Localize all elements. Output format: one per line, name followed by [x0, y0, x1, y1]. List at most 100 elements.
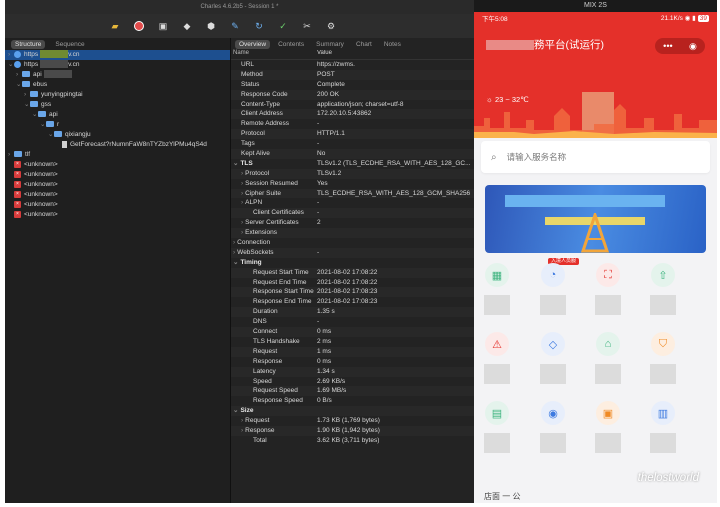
check-icon[interactable]: ✓ — [278, 21, 288, 31]
overview-row[interactable]: Status Complete — [231, 80, 474, 90]
overview-row[interactable]: › Server Certificates 2 — [231, 218, 474, 228]
overview-row[interactable]: URL https://zwms. — [231, 60, 474, 70]
tab-contents[interactable]: Contents — [274, 40, 308, 49]
overview-row[interactable]: › Extensions — [231, 228, 474, 239]
upload-icon[interactable]: ⇧ — [651, 263, 675, 287]
overview-row[interactable]: Request 1 ms — [231, 346, 474, 357]
disclosure-icon[interactable]: › — [241, 229, 243, 236]
tab-sequence[interactable]: Sequence — [51, 40, 88, 49]
overview-row[interactable]: Connect 0 ms — [231, 327, 474, 337]
search-input[interactable]: ⌕ 请输入服务名称 — [481, 141, 710, 173]
disclosure-icon[interactable]: › — [241, 427, 243, 434]
tree-node[interactable]: ⌄ qixiangju — [5, 130, 230, 140]
overview-row[interactable]: Duration 1.35 s — [231, 307, 474, 318]
name-column-header[interactable]: Name — [231, 50, 317, 59]
overview-row[interactable]: › Session Resumed Yes — [231, 179, 474, 189]
value-column-header[interactable]: Value — [317, 50, 474, 59]
overview-row[interactable]: Total 3.62 KB (3,711 bytes) — [231, 436, 474, 446]
overview-row[interactable]: ⌄ Size — [231, 406, 474, 417]
disclosure-icon[interactable]: › — [233, 239, 235, 246]
overview-row[interactable]: Request Start Time 2021-08-02 17:08:22 — [231, 267, 474, 278]
overview-row[interactable]: Request Speed 1.69 MB/s — [231, 386, 474, 397]
disclosure-icon[interactable]: ⌄ — [233, 259, 238, 266]
tree-node[interactable]: › tlf — [5, 150, 230, 160]
tree-node[interactable]: × <unknown> — [5, 190, 230, 200]
overview-row[interactable]: Kept Alive No — [231, 149, 474, 159]
tree-node[interactable]: ⌄ gss — [5, 100, 230, 110]
close-capsule-icon[interactable]: ◉ — [689, 41, 697, 52]
disclosure-icon[interactable]: › — [241, 417, 243, 424]
tree-node[interactable]: ⌄ ebus — [5, 80, 230, 90]
tree-node[interactable]: ⌄ r — [5, 120, 230, 130]
overview-row[interactable]: Remote Address - — [231, 119, 474, 129]
disclosure-icon[interactable]: › — [241, 170, 243, 177]
tree-node[interactable]: › https v.cn — [5, 50, 230, 60]
overview-row[interactable]: Response End Time 2021-08-02 17:08:23 — [231, 297, 474, 307]
record-icon[interactable] — [134, 21, 144, 31]
more-icon[interactable]: ••• — [663, 41, 672, 51]
tree-node[interactable]: × <unknown> — [5, 180, 230, 190]
disclosure-icon[interactable]: ⌄ — [233, 160, 238, 167]
disclosure-icon[interactable]: › — [241, 180, 243, 187]
overview-row[interactable]: › Protocol TLSv1.2 — [231, 168, 474, 179]
overview-row[interactable]: › Response 1.90 KB (1,942 bytes) — [231, 425, 474, 436]
card-icon[interactable]: ▣ — [596, 401, 620, 425]
tree-node[interactable]: GetForecast?rNumnFaW8nTYZbzYlPMu4qS4d — [5, 140, 230, 150]
overview-row[interactable]: ⌄ Timing — [231, 258, 474, 268]
overview-row[interactable]: Method POST — [231, 69, 474, 80]
overview-row[interactable]: Client Certificates - — [231, 208, 474, 219]
tab-structure[interactable]: Structure — [11, 39, 46, 49]
overview-row[interactable]: Latency 1.34 s — [231, 366, 474, 377]
home-icon[interactable]: ⌂ — [596, 332, 620, 356]
overview-row[interactable]: TLS Handshake 2 ms — [231, 337, 474, 347]
disclosure-icon[interactable]: › — [241, 199, 243, 206]
disclosure-icon[interactable]: › — [241, 190, 243, 197]
scan-icon[interactable]: ⛶ — [596, 263, 620, 287]
tree-node[interactable]: ⌄ https v.cn — [5, 60, 230, 70]
tools-icon[interactable]: ✂ — [302, 21, 312, 31]
overview-row[interactable]: › Request 1.73 KB (1,769 bytes) — [231, 416, 474, 426]
overview-row[interactable]: Response Code 200 OK — [231, 89, 474, 100]
tab-chart[interactable]: Chart — [352, 40, 376, 49]
overview-row[interactable]: Request End Time 2021-08-02 17:08:22 — [231, 278, 474, 288]
alarm-icon[interactable]: ⚠ — [485, 332, 509, 356]
settings-icon[interactable]: ⚙ — [326, 21, 336, 31]
tree-node[interactable]: ⌄ api — [5, 110, 230, 120]
overview-row[interactable]: › WebSockets - — [231, 247, 474, 258]
overview-row[interactable]: Content-Type application/json; charset=ut… — [231, 100, 474, 110]
overview-row[interactable]: Response 0 ms — [231, 357, 474, 367]
tab-notes[interactable]: Notes — [380, 40, 405, 49]
tree-node[interactable]: › api — [5, 70, 230, 80]
breakpoint-icon[interactable]: ⬢ — [206, 21, 216, 31]
overview-row[interactable]: Tags - — [231, 139, 474, 149]
overview-row[interactable]: › Cipher Suite TLS_ECDHE_RSA_WITH_AES_128_… — [231, 188, 474, 199]
tree-node[interactable]: › yunyingpingtai — [5, 90, 230, 100]
overview-row[interactable]: › ALPN - — [231, 198, 474, 208]
target-icon[interactable]: ◉ — [541, 401, 565, 425]
badge-icon[interactable]: ⛉ — [651, 332, 675, 356]
lock-icon[interactable]: ▣ — [158, 21, 168, 31]
qr-code-icon[interactable]: ▦ — [485, 263, 509, 287]
refresh-icon[interactable]: ↻ — [254, 21, 264, 31]
shield-icon[interactable]: ◇ — [541, 332, 565, 356]
promo-banner[interactable] — [485, 185, 706, 253]
tab-summary[interactable]: Summary — [312, 40, 348, 49]
disclosure-icon[interactable]: › — [233, 249, 235, 256]
broom-icon[interactable]: ▰ — [110, 21, 120, 31]
tree-node[interactable]: × <unknown> — [5, 210, 230, 220]
tree-node[interactable]: × <unknown> — [5, 170, 230, 180]
overview-row[interactable]: Client Address 172.20.10.5:43862 — [231, 109, 474, 120]
id-card-icon[interactable]: ▥ — [651, 401, 675, 425]
disclosure-icon[interactable]: › — [241, 219, 243, 226]
tree-node[interactable]: × <unknown> — [5, 200, 230, 210]
overview-row[interactable]: › Connection — [231, 238, 474, 248]
overview-row[interactable]: Response Start Time 2021-08-02 17:08:23 — [231, 287, 474, 298]
overview-row[interactable]: DNS - — [231, 317, 474, 327]
pen-icon[interactable]: ✎ — [230, 21, 240, 31]
overview-row[interactable]: Protocol HTTP/1.1 — [231, 129, 474, 140]
chart-icon[interactable]: ◔ — [541, 263, 565, 287]
overview-row[interactable]: ⌄ TLS TLSv1.2 (TLS_ECDHE_RSA_WITH_AES_128_… — [231, 159, 474, 169]
tab-overview[interactable]: Overview — [235, 39, 271, 49]
overview-row[interactable]: Speed 2.69 KB/s — [231, 377, 474, 387]
overview-row[interactable]: Response Speed 0 B/s — [231, 396, 474, 406]
